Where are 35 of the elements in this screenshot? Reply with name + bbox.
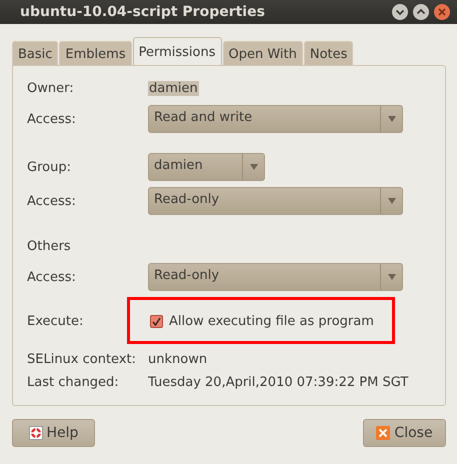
checkbox[interactable] xyxy=(150,314,163,328)
field-label: Owner: xyxy=(27,80,75,96)
tab[interactable]: Notes xyxy=(304,41,354,66)
window-title: ubuntu-10.04-script Properties xyxy=(20,4,265,20)
minimize-icon[interactable] xyxy=(391,3,409,21)
dropdown-arrow-icon xyxy=(388,116,396,122)
field-label: Execute: xyxy=(27,314,84,328)
field-label: Group: xyxy=(27,160,72,174)
close-button[interactable]: Close xyxy=(363,419,446,447)
dropdown-arrow-icon xyxy=(250,164,258,170)
dropdown-arrow-icon xyxy=(388,274,396,280)
field-label: Access: xyxy=(27,112,77,126)
tab[interactable]: Open With xyxy=(222,41,303,66)
access-dropdown[interactable]: Read and write xyxy=(148,105,403,133)
help-button[interactable]: Help xyxy=(12,419,95,447)
tab[interactable]: Permissions xyxy=(132,37,222,66)
access-dropdown[interactable]: Read-only xyxy=(148,263,403,291)
field-label: Access: xyxy=(27,270,77,284)
owner-value: damien xyxy=(148,80,199,96)
tab[interactable]: Basic xyxy=(12,41,58,66)
dropdown-arrow-icon xyxy=(388,198,396,204)
tab[interactable]: Emblems xyxy=(59,41,132,66)
maximize-icon[interactable] xyxy=(412,3,430,21)
section-heading: Others xyxy=(27,238,72,254)
access-dropdown[interactable]: damien xyxy=(148,153,265,181)
field-value: unknown xyxy=(148,352,208,367)
field-value: Tuesday 20,April,2010 07:39:22 PM SGT xyxy=(148,375,410,390)
field-label: SELinux context: xyxy=(27,352,138,367)
close-icon[interactable] xyxy=(433,3,451,21)
lifebuoy-icon xyxy=(28,426,43,440)
access-dropdown[interactable]: Read-only xyxy=(148,187,403,215)
field-label: Access: xyxy=(27,194,77,208)
checkbox-label[interactable]: Allow executing file as program xyxy=(169,314,374,328)
field-label: Last changed: xyxy=(27,375,120,390)
close-icon xyxy=(376,426,390,440)
